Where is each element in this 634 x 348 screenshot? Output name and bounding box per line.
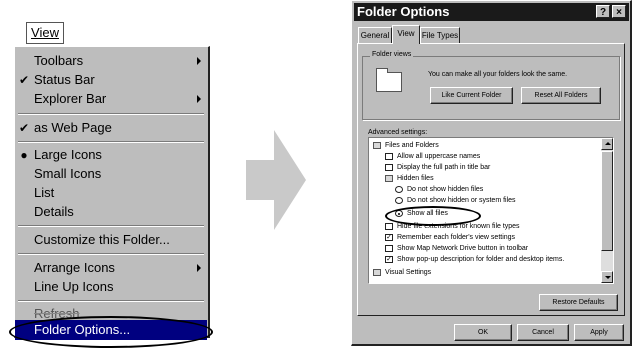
apply-button[interactable]: Apply xyxy=(574,324,624,341)
menu-item-label: Toolbars xyxy=(34,53,84,68)
restore-defaults-button[interactable]: Restore Defaults xyxy=(539,294,618,311)
submenu-arrow-icon xyxy=(197,95,201,103)
reset-all-folders-button[interactable]: Reset All Folders xyxy=(521,87,601,104)
menu-item-label: Large Icons xyxy=(34,147,102,162)
menu-separator xyxy=(18,253,204,255)
right-arrow-icon xyxy=(246,130,306,230)
menu-item-label: as Web Page xyxy=(34,120,112,135)
checkmark-icon: ✔ xyxy=(18,121,30,135)
menu-item-label: Line Up Icons xyxy=(34,279,114,294)
checkbox-icon xyxy=(385,153,393,160)
scroll-thumb[interactable] xyxy=(601,151,613,251)
menu-separator xyxy=(18,300,204,302)
highlight-ellipse xyxy=(385,206,481,226)
folder-icon xyxy=(373,142,381,149)
checkmark-icon: ✔ xyxy=(18,73,30,87)
menu-item-line-up-icons[interactable]: Line Up Icons xyxy=(15,277,207,297)
tab-file-types[interactable]: File Types xyxy=(420,27,460,43)
close-button[interactable]: × xyxy=(612,5,626,18)
menu-item-as-web-page[interactable]: ✔ as Web Page xyxy=(15,118,207,138)
menu-separator xyxy=(18,141,204,143)
menu-item-small-icons[interactable]: Small Icons xyxy=(15,164,207,184)
checkbox-checked-icon: ✓ xyxy=(385,256,393,263)
menu-item-details[interactable]: Details xyxy=(15,202,207,222)
tab-view[interactable]: View xyxy=(392,25,420,44)
menu-item-arrange-icons[interactable]: Arrange Icons xyxy=(15,258,207,278)
radio-icon xyxy=(395,197,403,204)
dialog-titlebar[interactable]: Folder Options ? × xyxy=(354,3,629,21)
menu-separator xyxy=(18,113,204,115)
menu-item-label: Customize this Folder... xyxy=(34,232,170,247)
menu-item-list[interactable]: List xyxy=(15,183,207,203)
menu-item-label: Small Icons xyxy=(34,166,102,181)
menu-item-large-icons[interactable]: ● Large Icons xyxy=(15,145,207,165)
tab-general[interactable]: General xyxy=(358,27,392,43)
highlight-ellipse xyxy=(9,316,213,348)
folder-icon xyxy=(385,175,393,182)
folder-views-legend: Folder views xyxy=(370,51,414,58)
menu-item-status-bar[interactable]: ✔ Status Bar xyxy=(15,70,207,90)
checkbox-icon xyxy=(385,164,393,171)
menu-item-label: Arrange Icons xyxy=(34,260,115,275)
menu-item-toolbars[interactable]: Toolbars xyxy=(15,51,207,71)
scroll-down-icon[interactable] xyxy=(601,271,613,283)
dialog-title: Folder Options xyxy=(357,4,450,19)
menu-item-label: Details xyxy=(34,204,74,219)
folder-views-description: You can make all your folders look the s… xyxy=(428,71,568,78)
vertical-scrollbar[interactable] xyxy=(601,138,613,283)
advanced-settings-label: Advanced settings: xyxy=(368,129,428,136)
menu-item-label: Explorer Bar xyxy=(34,91,107,106)
cancel-button[interactable]: Cancel xyxy=(517,324,569,341)
menu-item-customize-folder[interactable]: Customize this Folder... xyxy=(15,230,207,250)
submenu-arrow-icon xyxy=(197,57,201,65)
menu-item-label: List xyxy=(34,185,55,200)
view-menu-title[interactable]: View xyxy=(26,22,64,44)
view-menu: Toolbars ✔ Status Bar Explorer Bar ✔ as … xyxy=(14,46,210,340)
radio-icon xyxy=(395,186,403,193)
radio-bullet-icon: ● xyxy=(20,148,28,162)
menu-item-explorer-bar[interactable]: Explorer Bar xyxy=(15,89,207,109)
folder-icon xyxy=(376,68,402,92)
menu-item-label: Status Bar xyxy=(34,72,95,87)
checkbox-icon xyxy=(385,223,393,230)
submenu-arrow-icon xyxy=(197,264,201,272)
checkbox-checked-icon: ✓ xyxy=(385,234,393,241)
checkbox-icon xyxy=(385,245,393,252)
help-button[interactable]: ? xyxy=(596,5,610,18)
scroll-up-icon[interactable] xyxy=(601,138,613,150)
menu-separator xyxy=(18,225,204,227)
ok-button[interactable]: OK xyxy=(454,324,512,341)
folder-icon xyxy=(373,269,381,276)
like-current-folder-button[interactable]: Like Current Folder xyxy=(430,87,513,104)
